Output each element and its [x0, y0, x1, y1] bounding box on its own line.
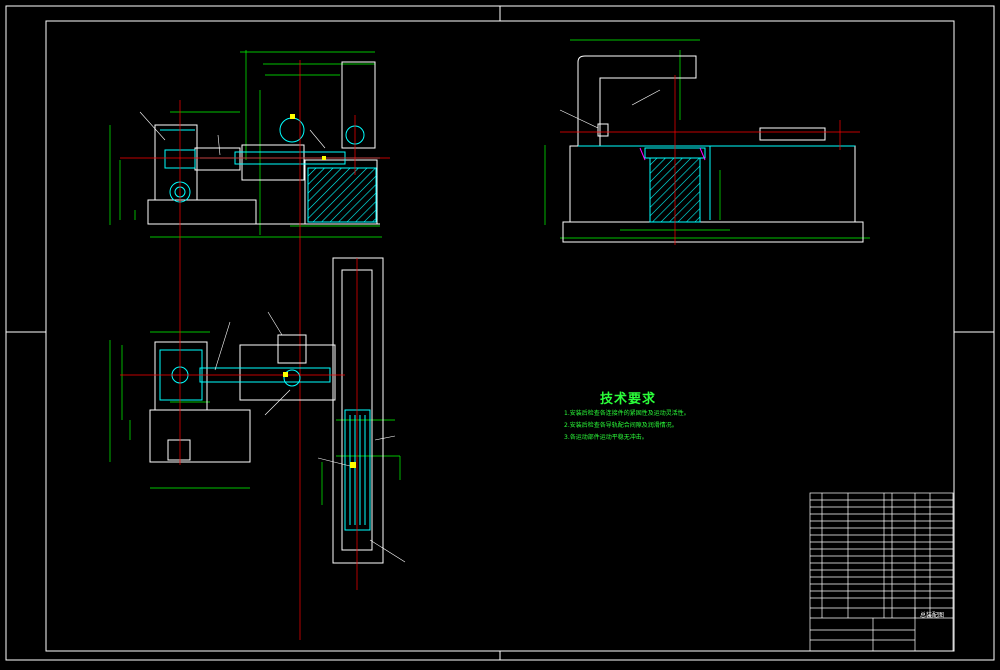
top-view	[109, 257, 406, 590]
top-dimensions	[109, 331, 401, 505]
requirement-item: 2.安装后检查各导轨配合间隙及润滑情况。	[564, 422, 678, 429]
title-block	[809, 492, 954, 652]
technical-requirements-title: 技术要求	[600, 392, 657, 407]
front-leaders	[139, 111, 326, 156]
top-cylinder	[159, 349, 371, 531]
drawing-sheet: 技术要求 1.安装后检查各连接件的紧固性及运动灵活性。 2.安装后检查各导轨配合…	[0, 0, 1000, 666]
cad-drawing	[5, 5, 995, 661]
top-centerlines	[120, 258, 358, 590]
sheet-frame	[5, 5, 995, 661]
side-mechanism	[578, 145, 855, 220]
side-leaders	[559, 89, 661, 129]
drawing-name: 总装配图	[920, 612, 945, 619]
side-view	[544, 39, 870, 245]
front-hatched-block	[307, 167, 377, 223]
side-outline	[562, 55, 864, 243]
requirement-item: 1.安装后检查各连接件的紧固性及运动灵活性。	[564, 410, 690, 417]
front-yellow-marks	[290, 114, 326, 160]
side-dimensions	[544, 39, 870, 239]
top-leaders	[214, 311, 406, 563]
requirement-item: 3.各运动部件运动平稳无冲击。	[564, 434, 648, 441]
